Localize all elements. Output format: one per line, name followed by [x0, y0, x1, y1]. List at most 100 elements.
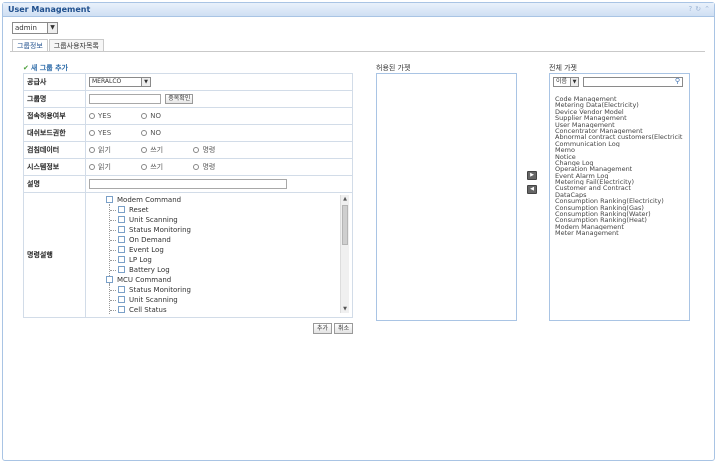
group-name-label: 그룹명 [23, 90, 86, 108]
dashboard-yes-radio[interactable]: YES [89, 129, 139, 137]
metering-command-label: 명령 [202, 146, 216, 154]
tree-node-label: Cell Status [129, 306, 167, 314]
system-write-radio[interactable]: 쓰기 [141, 162, 191, 172]
checkbox-icon[interactable] [106, 276, 113, 283]
radio-icon[interactable] [89, 130, 95, 136]
tree-node[interactable]: Status Monitoring [110, 225, 191, 235]
tree-node[interactable]: Event Log [110, 245, 164, 255]
tree-node[interactable]: On Demand [110, 235, 171, 245]
checkbox-icon[interactable] [106, 196, 113, 203]
command-tree: Modem Command Reset Unit Scanning Status… [106, 195, 349, 315]
refresh-icon[interactable]: ↻ [695, 5, 701, 13]
tree-node-modem-command[interactable]: Modem Command [106, 195, 181, 205]
access-yes-radio[interactable]: YES [89, 112, 139, 120]
dashboard-yes-label: YES [98, 129, 112, 137]
user-select[interactable]: admin ▼ [12, 22, 58, 34]
checkbox-icon[interactable] [118, 306, 125, 313]
allowed-gadgets-list[interactable] [376, 73, 517, 321]
tab-group-info[interactable]: 그룹정보 [12, 39, 48, 51]
metering-write-radio[interactable]: 쓰기 [141, 145, 191, 155]
radio-icon[interactable] [193, 164, 200, 170]
dashboard-no-radio[interactable]: NO [141, 129, 191, 137]
checkbox-icon[interactable] [118, 266, 125, 273]
gadget-filter-select[interactable]: 이름 ▼ [553, 77, 579, 87]
radio-icon[interactable] [89, 113, 95, 119]
new-group-title-text: 새 그룹 추가 [30, 64, 68, 72]
radio-icon[interactable] [141, 147, 148, 153]
tab-divider [10, 51, 705, 52]
group-form: 공급사 MERALCO ▼ 그룹명 중복확인 접속허용여부 YES NO 대쉬보… [23, 73, 353, 318]
radio-icon[interactable] [89, 147, 95, 153]
metering-command-radio[interactable]: 명령 [193, 145, 243, 155]
help-icon[interactable]: ? [689, 5, 693, 13]
tree-node-label: Reset [129, 206, 149, 214]
commands-label: 명령설행 [23, 192, 86, 318]
tree-node[interactable]: Status Monitoring [110, 285, 191, 295]
chevron-down-icon[interactable]: ▼ [570, 78, 578, 86]
group-name-input[interactable] [89, 94, 161, 104]
check-icon: ✔ [23, 64, 29, 72]
chevron-down-icon[interactable]: ▼ [47, 23, 57, 33]
checkbox-icon[interactable] [118, 286, 125, 293]
radio-icon[interactable] [141, 164, 148, 170]
gadget-filter-value: 이름 [556, 78, 568, 85]
collapse-icon[interactable]: ⌃ [704, 5, 710, 13]
tree-node[interactable]: Cell Status [110, 305, 167, 315]
system-read-radio[interactable]: 읽기 [89, 162, 139, 172]
system-command-radio[interactable]: 명령 [193, 162, 243, 172]
metering-label: 검침데이터 [23, 141, 86, 159]
tree-node[interactable]: Unit Scanning [110, 215, 178, 225]
metering-read-radio[interactable]: 읽기 [89, 145, 139, 155]
tree-node[interactable]: Reset [110, 205, 149, 215]
tree-node-label: Unit Scanning [129, 216, 178, 224]
access-label: 접속허용여부 [23, 107, 86, 125]
move-left-button[interactable]: ◀ [527, 185, 537, 194]
checkbox-icon[interactable] [118, 206, 125, 213]
duplicate-check-button[interactable]: 중복확인 [165, 94, 194, 104]
tree-scrollbar[interactable]: ▲ ▼ [340, 195, 349, 313]
description-input[interactable] [89, 179, 287, 189]
radio-icon[interactable] [141, 113, 148, 119]
supplier-select[interactable]: MERALCO ▼ [89, 77, 151, 87]
gadget-list-item[interactable]: Meter Management [555, 230, 687, 236]
form-actions: 추가 취소 [313, 323, 354, 334]
system-command-label: 명령 [202, 163, 216, 171]
cancel-button[interactable]: 취소 [334, 323, 354, 334]
checkbox-icon[interactable] [118, 236, 125, 243]
user-select-value: admin [15, 24, 37, 32]
tree-node-label: Status Monitoring [129, 226, 191, 234]
tree-node[interactable]: Unit Scanning [110, 295, 178, 305]
system-read-label: 읽기 [98, 163, 111, 171]
window-titlebar: User Management ? ↻ ⌃ [3, 3, 714, 17]
add-button[interactable]: 추가 [313, 323, 333, 334]
new-group-title: ✔ 새 그룹 추가 [23, 63, 68, 73]
allowed-gadgets-label: 허용된 가젯 [376, 64, 411, 72]
gadget-search-input[interactable]: ⚲ [583, 77, 683, 87]
chevron-down-icon[interactable]: ▼ [141, 78, 150, 86]
search-icon[interactable]: ⚲ [675, 77, 680, 85]
scroll-up-icon[interactable]: ▲ [341, 195, 349, 203]
tree-node-label: On Demand [129, 236, 171, 244]
checkbox-icon[interactable] [118, 256, 125, 263]
access-no-label: NO [150, 112, 161, 120]
checkbox-icon[interactable] [118, 216, 125, 223]
radio-icon[interactable] [89, 164, 95, 170]
tree-node[interactable]: Battery Log [110, 265, 170, 275]
tree-node[interactable]: LP Log [110, 255, 152, 265]
checkbox-icon[interactable] [118, 226, 125, 233]
scroll-down-icon[interactable]: ▼ [341, 305, 349, 313]
metering-write-label: 쓰기 [150, 146, 164, 154]
radio-icon[interactable] [193, 147, 200, 153]
tree-node-label: LP Log [129, 256, 152, 264]
system-label: 시스템정보 [23, 158, 86, 176]
scrollbar-thumb[interactable] [342, 205, 348, 245]
tree-node-label: Battery Log [129, 266, 170, 274]
tab-group-users[interactable]: 그룹사용자목록 [48, 39, 104, 51]
all-gadgets-list[interactable]: Code Management Metering Data(Electricity… [555, 96, 687, 237]
radio-icon[interactable] [141, 130, 148, 136]
tree-node-mcu-command[interactable]: MCU Command [106, 275, 171, 285]
move-right-button[interactable]: ▶ [527, 171, 537, 180]
access-no-radio[interactable]: NO [141, 112, 191, 120]
checkbox-icon[interactable] [118, 246, 125, 253]
checkbox-icon[interactable] [118, 296, 125, 303]
